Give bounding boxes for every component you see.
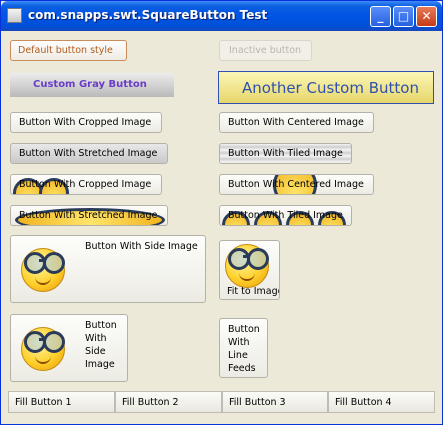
side-image-button[interactable]: Button With Side Image — [10, 235, 206, 303]
smiley-glasses-icon — [225, 244, 269, 288]
custom-gray-button[interactable]: Custom Gray Button — [10, 73, 174, 97]
line-feeds-line-4: Feeds — [228, 363, 256, 374]
custom-gray-label: Custom Gray Button — [33, 79, 147, 90]
app-window-icon[interactable] — [7, 8, 22, 23]
fill-button-4-label: Fill Button 4 — [335, 397, 392, 408]
stretched-image-label-1: Button With Stretched Image — [19, 148, 158, 159]
stretched-image-button-2[interactable]: Button With Stretched Image — [10, 205, 168, 226]
fill-button-3-label: Fill Button 3 — [229, 397, 286, 408]
another-custom-label: Another Custom Button — [242, 79, 419, 97]
side-image-wrapped-line-4: Image — [85, 359, 115, 370]
fill-button-1[interactable]: Fill Button 1 — [8, 391, 115, 413]
fill-button-4[interactable]: Fill Button 4 — [328, 391, 435, 413]
fill-button-3[interactable]: Fill Button 3 — [222, 391, 328, 413]
stretched-image-label-2: Button With Stretched Image — [19, 210, 158, 221]
fill-button-2-label: Fill Button 2 — [122, 397, 179, 408]
client-area: Default button style Inactive button Cus… — [4, 31, 439, 423]
fit-to-image-button[interactable]: Fit to Image — [219, 240, 280, 300]
default-style-button[interactable]: Default button style — [10, 40, 127, 61]
cropped-image-button-1[interactable]: Button With Cropped Image — [10, 112, 162, 133]
cropped-image-button-2[interactable]: Button With Cropped Image — [10, 174, 162, 195]
line-feeds-line-3: Line — [228, 350, 248, 361]
window-title: com.snapps.swt.SquareButton Test — [28, 8, 268, 22]
cropped-image-label-1: Button With Cropped Image — [19, 117, 152, 128]
another-custom-button[interactable]: Another Custom Button — [218, 71, 434, 104]
centered-image-button-2[interactable]: Button With Centered Image — [219, 174, 374, 195]
side-image-wrapped-line-1: Button — [85, 320, 117, 331]
inactive-button[interactable]: Inactive button — [219, 40, 312, 61]
side-image-wrapped-line-2: With — [85, 333, 107, 344]
tiled-image-label-2: Button With Tiled Image — [228, 210, 343, 221]
default-style-label: Default button style — [18, 45, 113, 56]
side-image-wrapped-button[interactable]: Button With Side Image — [10, 314, 128, 382]
minimize-button[interactable]: _ — [370, 6, 391, 27]
inactive-label: Inactive button — [229, 45, 302, 56]
smiley-glasses-icon — [21, 327, 65, 371]
fill-button-row: Fill Button 1 Fill Button 2 Fill Button … — [8, 391, 435, 413]
maximize-button[interactable]: □ — [393, 6, 414, 27]
close-button[interactable]: ✕ — [416, 6, 437, 27]
centered-image-label-2: Button With Centered Image — [228, 179, 364, 190]
fit-to-image-label: Fit to Image — [227, 286, 280, 297]
line-feeds-line-1: Button — [228, 324, 260, 335]
stretched-image-button-1[interactable]: Button With Stretched Image — [10, 143, 168, 164]
tiled-image-button-2[interactable]: Button With Tiled Image — [219, 205, 352, 226]
main-window: com.snapps.swt.SquareButton Test _ □ ✕ D… — [0, 0, 443, 425]
smiley-glasses-icon — [21, 248, 65, 292]
centered-image-button-1[interactable]: Button With Centered Image — [219, 112, 374, 133]
centered-image-label-1: Button With Centered Image — [228, 117, 364, 128]
title-bar[interactable]: com.snapps.swt.SquareButton Test _ □ ✕ — [1, 1, 442, 31]
side-image-label: Button With Side Image — [85, 241, 198, 252]
cropped-image-label-2: Button With Cropped Image — [19, 179, 152, 190]
fill-button-1-label: Fill Button 1 — [15, 397, 72, 408]
line-feeds-line-2: With — [228, 337, 250, 348]
line-feeds-button[interactable]: Button With Line Feeds — [219, 318, 268, 378]
tiled-image-button-1[interactable]: Button With Tiled Image — [219, 143, 352, 164]
fill-button-2[interactable]: Fill Button 2 — [115, 391, 222, 413]
tiled-image-label-1: Button With Tiled Image — [228, 148, 343, 159]
side-image-wrapped-line-3: Side — [85, 346, 106, 357]
